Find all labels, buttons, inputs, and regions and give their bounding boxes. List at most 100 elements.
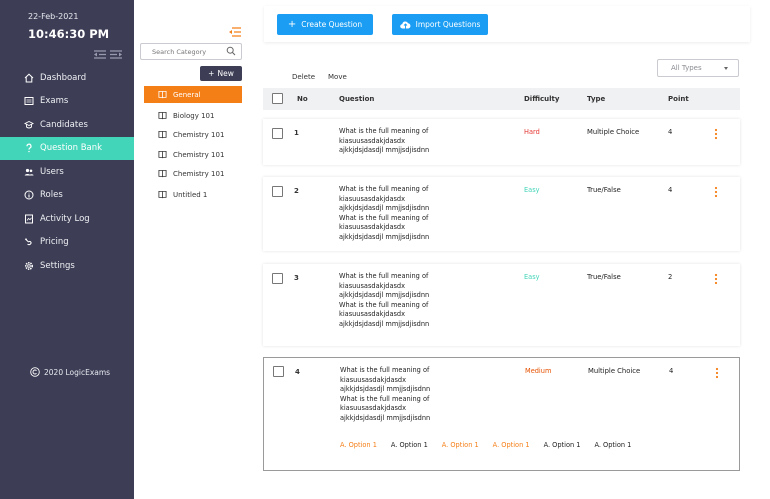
question-line: What is the full meaning of xyxy=(340,394,430,403)
category-label: Untitled 1 xyxy=(173,190,208,199)
category-item[interactable]: Chemistry 101 xyxy=(144,126,242,143)
sidebar-item-dashboard[interactable]: Dashboard xyxy=(0,66,134,90)
import-questions-button[interactable]: Import Questions xyxy=(392,14,488,35)
category-label: Chemistry 101 xyxy=(173,169,225,178)
category-item[interactable]: Biology 101 xyxy=(144,107,242,124)
question-line: What is the full meaning of xyxy=(339,272,429,280)
copyright-text: 2020 LogicExams xyxy=(44,367,111,377)
table-row[interactable]: 3 What is the full meaning of kiasuusasd… xyxy=(263,264,740,346)
move-button[interactable]: Move xyxy=(328,73,347,81)
more-options-icon[interactable] xyxy=(714,128,718,140)
search-icon[interactable] xyxy=(226,46,236,56)
sidebar-item-exams[interactable]: Exams xyxy=(0,90,134,114)
sidebar-item-activity-log[interactable]: Activity Log xyxy=(0,207,134,231)
delete-button[interactable]: Delete xyxy=(292,73,315,81)
difficulty-badge: Easy xyxy=(524,273,540,281)
new-category-button[interactable]: + New xyxy=(200,66,242,81)
answer-option: A. Option 1 xyxy=(594,441,632,449)
row-checkbox[interactable] xyxy=(273,366,284,377)
answer-option: A. Option 1 xyxy=(390,441,428,449)
header-question: Question xyxy=(339,95,375,103)
row-checkbox[interactable] xyxy=(272,186,283,197)
more-options-icon[interactable] xyxy=(715,367,719,379)
question-line: kiasuusasdakjdasdx xyxy=(339,194,406,203)
copyright: 2020 LogicExams xyxy=(30,367,110,377)
sidebar-item-roles[interactable]: Roles xyxy=(0,184,134,208)
current-time: 10:46:30 PM xyxy=(28,27,110,41)
question-point: 4 xyxy=(668,186,673,194)
category-panel: + New General Biology 101 Chemistry 101 … xyxy=(134,0,252,499)
create-question-label: Create Question xyxy=(301,20,363,29)
book-icon xyxy=(158,130,167,139)
category-item[interactable]: General xyxy=(144,86,242,103)
sidebar-item-label: Question Bank xyxy=(40,143,103,154)
settings-icon xyxy=(24,261,34,270)
question-line: ajkkjdsjdasdjl mmjjsdjisdnn xyxy=(339,319,430,328)
question-text: What is the full meaning of kiasuusasdak… xyxy=(339,272,449,329)
question-point: 2 xyxy=(668,273,673,281)
sidebar-toggle-group xyxy=(94,44,122,59)
answer-option: A. Option 1 xyxy=(543,441,581,449)
question-line: What is the full meaning of xyxy=(339,213,429,222)
sidebar-item-question-bank[interactable]: Question Bank xyxy=(0,136,140,160)
answer-option: A. Option 1 xyxy=(441,441,479,449)
candidates-icon xyxy=(24,120,34,129)
sidebar: 22-Feb-2021 10:46:30 PM Dashboard Exams … xyxy=(0,0,140,499)
book-icon xyxy=(158,190,167,199)
question-line: What is the full meaning of xyxy=(339,300,429,309)
new-category-label: New xyxy=(217,69,234,78)
sidebar-item-label: Pricing xyxy=(40,237,69,248)
sidebar-item-candidates[interactable]: Candidates xyxy=(0,113,134,137)
more-options-icon[interactable] xyxy=(714,273,718,285)
question-type: True/False xyxy=(587,186,621,194)
question-line: ajkkjdsjdasdjl mmjjsdjisdnn xyxy=(339,291,430,299)
copyright-icon xyxy=(30,367,40,377)
collapse-left-icon[interactable] xyxy=(94,44,106,59)
pricing-icon xyxy=(25,238,32,246)
question-text: What is the full meaning of kiasuusasdak… xyxy=(339,127,449,156)
question-type: Multiple Choice xyxy=(587,128,640,136)
book-icon xyxy=(158,90,167,99)
main-content: + Create Question Import Questions All T… xyxy=(252,0,770,499)
create-question-button[interactable]: + Create Question xyxy=(277,14,373,35)
table-row[interactable]: 2 What is the full meaning of kiasuusasd… xyxy=(263,177,740,251)
book-icon xyxy=(158,150,167,159)
users-icon xyxy=(24,168,34,176)
answer-option: A. Option 1 xyxy=(340,441,377,449)
sidebar-item-label: Candidates xyxy=(40,119,88,130)
sidebar-item-label: Activity Log xyxy=(40,213,90,224)
header-point: Point xyxy=(668,95,689,103)
collapse-right-icon[interactable] xyxy=(110,44,122,59)
sidebar-nav: Dashboard Exams Candidates Question Bank… xyxy=(0,66,140,278)
plus-icon: + xyxy=(208,69,215,78)
question-line: ajkkjdsjdasdjl mmjjsdjisdnn xyxy=(339,204,430,212)
question-type-select[interactable]: All Types xyxy=(657,59,739,77)
question-text: What is the full meaning of kiasuusasdak… xyxy=(339,185,449,242)
question-line: kiasuusasdakjdasdx xyxy=(340,404,407,412)
category-item[interactable]: Untitled 1 xyxy=(144,186,242,203)
import-questions-label: Import Questions xyxy=(415,20,481,29)
sidebar-item-label: Users xyxy=(40,166,64,177)
category-item[interactable]: Chemistry 101 xyxy=(144,146,242,163)
more-options-icon[interactable] xyxy=(714,186,718,198)
header-difficulty: Difficulty xyxy=(524,95,560,103)
sidebar-item-settings[interactable]: Settings xyxy=(0,254,134,278)
header-no: No xyxy=(297,95,308,103)
row-checkbox[interactable] xyxy=(272,128,283,139)
select-all-checkbox[interactable] xyxy=(272,93,283,104)
book-icon xyxy=(158,169,167,178)
row-checkbox[interactable] xyxy=(272,273,283,284)
sidebar-item-label: Dashboard xyxy=(40,72,87,83)
question-line: What is the full meaning of xyxy=(339,185,429,193)
sidebar-item-users[interactable]: Users xyxy=(0,160,134,184)
collapse-category-icon[interactable] xyxy=(229,27,241,37)
plus-icon: + xyxy=(287,19,297,30)
category-item[interactable]: Chemistry 101 xyxy=(144,165,242,182)
table-row[interactable]: 4 What is the full meaning of kiasuusasd… xyxy=(263,357,740,471)
sidebar-item-label: Settings xyxy=(40,260,75,271)
sidebar-item-label: Roles xyxy=(40,190,63,201)
difficulty-badge: Hard xyxy=(524,128,540,136)
table-row[interactable]: 1 What is the full meaning of kiasuusasd… xyxy=(263,119,740,165)
row-number: 4 xyxy=(295,368,300,376)
sidebar-item-pricing[interactable]: Pricing xyxy=(0,231,134,255)
